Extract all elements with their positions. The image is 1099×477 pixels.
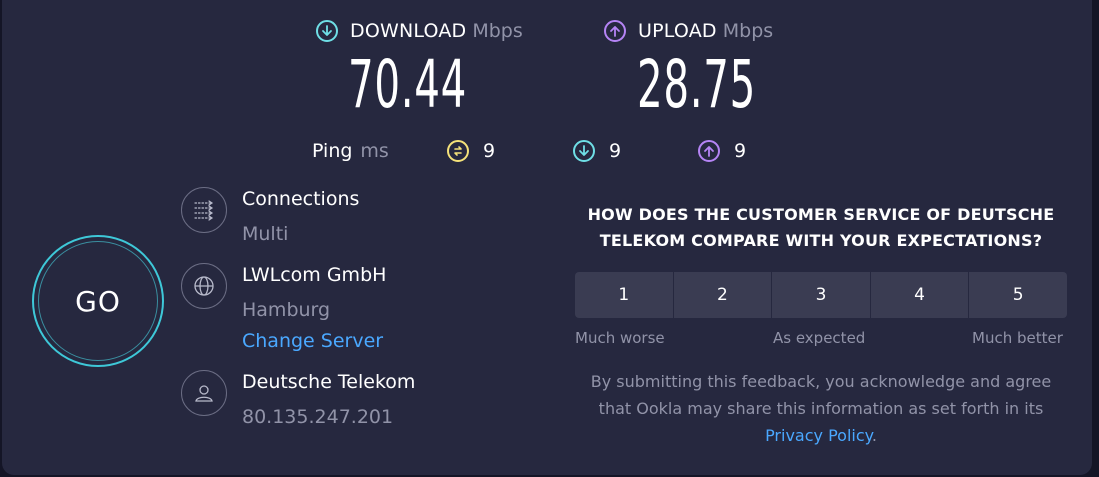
server-location: Hamburg [242,299,331,321]
survey-question: HOW DOES THE CUSTOMER SERVICE OF DEUTSCH… [570,202,1072,254]
go-button[interactable]: GO [32,235,164,367]
upload-header: UPLOAD Mbps [604,20,773,42]
rating-option-4[interactable]: 4 [871,272,970,318]
change-server-link[interactable]: Change Server [242,330,383,352]
connections-icon [181,187,227,233]
disclaimer-period: . [871,426,877,445]
scale-mid-label: As expected [773,329,866,347]
survey-question-line1: HOW DOES THE CUSTOMER SERVICE OF DEUTSCH… [587,205,1055,224]
server-name: LWLcom GmbH [242,264,387,286]
download-latency-icon [573,140,595,162]
rating-option-1[interactable]: 1 [575,272,674,318]
connections-title: Connections [242,188,360,210]
ping-header: Ping ms [312,140,389,162]
download-unit: Mbps [472,20,523,42]
rating-option-5[interactable]: 5 [969,272,1067,318]
download-label: DOWNLOAD [350,20,467,42]
ping-upload-value: 9 [734,140,747,162]
go-button-inner: GO [38,241,158,361]
idle-latency-icon [447,140,469,162]
go-label: GO [75,284,121,318]
privacy-policy-link[interactable]: Privacy Policy [765,426,872,445]
rating-option-2[interactable]: 2 [674,272,773,318]
ping-download-value: 9 [609,140,622,162]
upload-latency-icon [698,140,720,162]
survey-disclaimer: By submitting this feedback, you acknowl… [566,368,1076,449]
download-header: DOWNLOAD Mbps [316,20,523,42]
disclaimer-line2: that Ookla may share this information as… [598,399,1044,418]
ping-idle: 9 [447,140,495,162]
rating-option-3[interactable]: 3 [772,272,871,318]
ping-unit: ms [360,140,389,162]
scale-high-label: Much better [972,329,1063,347]
globe-icon [181,263,227,309]
provider-ip: 80.135.247.201 [242,406,394,428]
upload-value: 28.75 [637,46,756,123]
ping-download: 9 [573,140,621,162]
rating-scale: 1 2 3 4 5 [575,272,1067,318]
ping-label: Ping [312,140,353,162]
upload-label: UPLOAD [638,20,717,42]
connections-value: Multi [242,223,289,245]
user-icon [181,370,227,416]
download-value: 70.44 [348,46,467,123]
survey-question-line2: TELEKOM COMPARE WITH YOUR EXPECTATIONS? [599,231,1043,250]
scale-low-label: Much worse [575,329,665,347]
upload-unit: Mbps [722,20,774,42]
download-icon [316,20,338,42]
ping-upload: 9 [698,140,746,162]
disclaimer-line1: By submitting this feedback, you acknowl… [590,372,1052,391]
upload-icon [604,20,626,42]
provider-name: Deutsche Telekom [242,371,416,393]
ping-idle-value: 9 [483,140,496,162]
